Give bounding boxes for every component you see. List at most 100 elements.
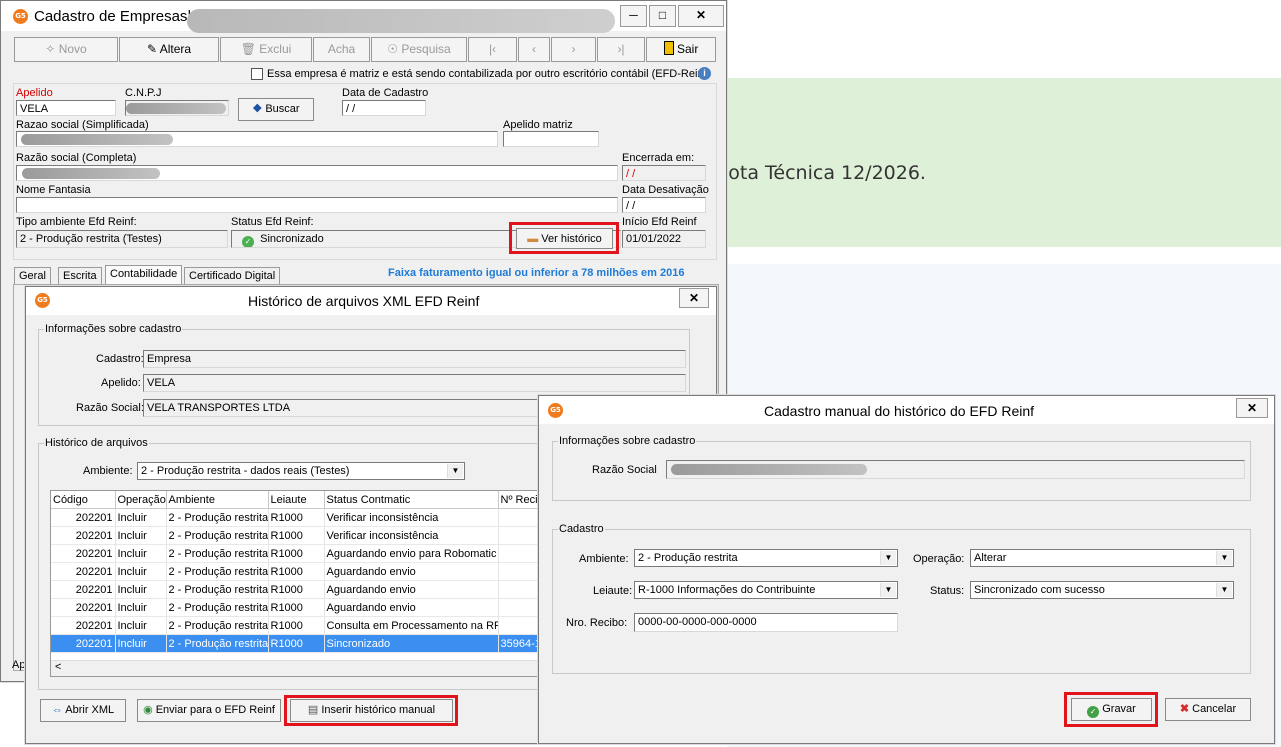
- history-table: Código Operação Ambiente Leiaute Status Cont…: [50, 490, 539, 677]
- next-record-button[interactable]: ›: [551, 37, 596, 62]
- table-row[interactable]: 202201 Incluir 2 - Produção restrita R1000 A…: [51, 580, 538, 599]
- manual-window-title: Cadastro manual do histórico do EFD Rein…: [764, 403, 1035, 419]
- chevron-down-icon: ▼: [1216, 551, 1232, 565]
- cancelar-button[interactable]: ✖ Cancelar: [1165, 698, 1251, 721]
- tab-escrita[interactable]: Escrita: [58, 267, 102, 285]
- table-cell: [498, 598, 538, 617]
- table-cell: 35964-1: [498, 634, 538, 653]
- table-row[interactable]: 202201 Incluir 2 - Produção restrita R1000 V…: [51, 526, 538, 545]
- tab-geral[interactable]: Geral: [14, 267, 51, 285]
- table-cell: 202201: [51, 598, 116, 617]
- tab-contabilidade[interactable]: Contabilidade: [105, 265, 183, 285]
- apelido-field[interactable]: VELA: [16, 100, 116, 116]
- last-record-button[interactable]: ›|: [597, 37, 645, 62]
- encerrada-label: Encerrada em:: [622, 152, 695, 164]
- novo-button[interactable]: ✧ Novo: [14, 37, 118, 62]
- column-header[interactable]: Ambiente: [166, 491, 269, 509]
- table-cell: Aguardando envio: [324, 598, 499, 617]
- table-cell: R1000: [268, 634, 325, 653]
- razao-simplificada-field[interactable]: [16, 131, 498, 147]
- column-header[interactable]: Nº Reci: [498, 491, 538, 509]
- table-cell: 202201: [51, 580, 116, 599]
- enviar-efd-button[interactable]: ◉ Enviar para o EFD Reinf: [137, 699, 281, 722]
- history-grid: Código Operação Ambiente Leiaute Status Cont…: [51, 491, 538, 653]
- hist-razao-label: Razão Social:: [76, 402, 144, 414]
- cnpj-redacted: [126, 103, 226, 114]
- razao-simplificada-redacted: [21, 134, 173, 145]
- table-row[interactable]: 202201 Incluir 2 - Produção restrita R1000 A…: [51, 598, 538, 617]
- manual-operacao-select[interactable]: Alterar ▼: [970, 549, 1234, 567]
- table-cell: R1000: [268, 598, 325, 617]
- faixa-faturamento-text: Faixa faturamento igual ou inferior a 78…: [388, 267, 685, 279]
- history-files-group-label: Histórico de arquivos: [44, 437, 149, 449]
- sair-button[interactable]: Sair: [646, 37, 716, 62]
- chevron-down-icon: ▼: [880, 551, 896, 565]
- check-icon: ✓: [242, 236, 254, 247]
- manual-recibo-label: Nro. Recibo:: [566, 617, 628, 629]
- table-row[interactable]: 202201 Incluir 2 - Produção restrita R1000 A…: [51, 544, 538, 563]
- tab-certificado-digital[interactable]: Certificado Digital: [184, 267, 281, 285]
- minimize-button[interactable]: ─: [620, 5, 647, 27]
- table-cell: R1000: [268, 544, 325, 563]
- tipo-ambiente-label: Tipo ambiente Efd Reinf:: [16, 216, 137, 228]
- table-row[interactable]: 202201 Incluir 2 - Produção restrita R1000 V…: [51, 508, 538, 527]
- table-cell: Aguardando envio: [324, 580, 499, 599]
- company-name-redacted: [187, 9, 615, 33]
- table-cell: 202201: [51, 526, 116, 545]
- buscar-button[interactable]: ❖ Buscar: [238, 98, 314, 121]
- delete-icon: 🗑: [240, 42, 260, 56]
- column-header[interactable]: Operação: [115, 491, 167, 509]
- nome-fantasia-field[interactable]: [16, 197, 618, 213]
- data-desativacao-field[interactable]: / /: [622, 197, 706, 213]
- table-cell: R1000: [268, 526, 325, 545]
- column-header[interactable]: Status Contmatic: [324, 491, 499, 509]
- manual-ambiente-select[interactable]: 2 - Produção restrita ▼: [634, 549, 898, 567]
- inicio-efd-field: 01/01/2022: [622, 230, 706, 248]
- matriz-checkbox[interactable]: [251, 68, 263, 80]
- history-close-button[interactable]: ✕: [679, 288, 709, 308]
- column-header[interactable]: Código: [51, 491, 116, 509]
- first-record-button[interactable]: |‹: [468, 37, 517, 62]
- altera-button[interactable]: ✎ Altera: [119, 37, 219, 62]
- table-row[interactable]: 202201 Incluir 2 - Produção restrita R1000 S…: [51, 634, 538, 653]
- table-row[interactable]: 202201 Incluir 2 - Produção restrita R1000 A…: [51, 562, 538, 581]
- apelido-matriz-field[interactable]: [503, 131, 599, 147]
- data-cadastro-field[interactable]: / /: [342, 100, 426, 116]
- table-cell: Incluir: [115, 598, 167, 617]
- table-cell: Aguardando envio: [324, 562, 499, 581]
- horizontal-scrollbar[interactable]: <: [51, 660, 538, 676]
- razao-completa-field[interactable]: [16, 165, 618, 181]
- main-window-title: Cadastro de Empresas|: [34, 8, 192, 25]
- close-button[interactable]: ✕: [678, 5, 724, 27]
- manual-close-button[interactable]: ✕: [1236, 398, 1268, 418]
- table-cell: R1000: [268, 616, 325, 635]
- encerrada-field[interactable]: / /: [622, 165, 706, 181]
- pesquisa-button[interactable]: ☉ Pesquisa: [371, 37, 467, 62]
- inserir-historico-highlight: [284, 695, 458, 726]
- manual-leiaute-select[interactable]: R-1000 Informações do Contribuinte ▼: [634, 581, 898, 599]
- manual-status-select[interactable]: Sincronizado com sucesso ▼: [970, 581, 1234, 599]
- table-cell: 202201: [51, 616, 116, 635]
- inicio-efd-label: Início Efd Reinf: [622, 216, 697, 228]
- table-row[interactable]: 202201 Incluir 2 - Produção restrita R1000 C…: [51, 616, 538, 635]
- info-icon[interactable]: i: [698, 67, 711, 80]
- acha-button[interactable]: Acha: [313, 37, 370, 62]
- table-cell: [498, 580, 538, 599]
- table-cell: [498, 562, 538, 581]
- manual-recibo-field[interactable]: 0000-00-0000-000-0000: [634, 613, 898, 632]
- table-cell: Incluir: [115, 526, 167, 545]
- hist-ambiente-select[interactable]: 2 - Produção restrita - dados reais (Tes…: [137, 462, 465, 480]
- maximize-button[interactable]: □: [649, 5, 676, 27]
- abrir-xml-button[interactable]: ⇔ Abrir XML: [40, 699, 126, 722]
- prev-record-button[interactable]: ‹: [518, 37, 550, 62]
- table-cell: 2 - Produção restrita: [166, 580, 269, 599]
- background-text: lota Técnica 12/2026.: [723, 162, 926, 184]
- main-titlebar: G5 Cadastro de Empresas| ─ □ ✕: [1, 1, 726, 33]
- column-header[interactable]: Leiaute: [268, 491, 325, 509]
- scroll-left-icon[interactable]: <: [55, 661, 61, 673]
- hist-ambiente-label: Ambiente:: [83, 465, 133, 477]
- cnpj-field[interactable]: [125, 100, 229, 116]
- app-logo-icon: G5: [35, 293, 50, 308]
- exclui-button[interactable]: 🗑 Exclui: [220, 37, 312, 62]
- data-cadastro-label: Data de Cadastro: [342, 87, 429, 99]
